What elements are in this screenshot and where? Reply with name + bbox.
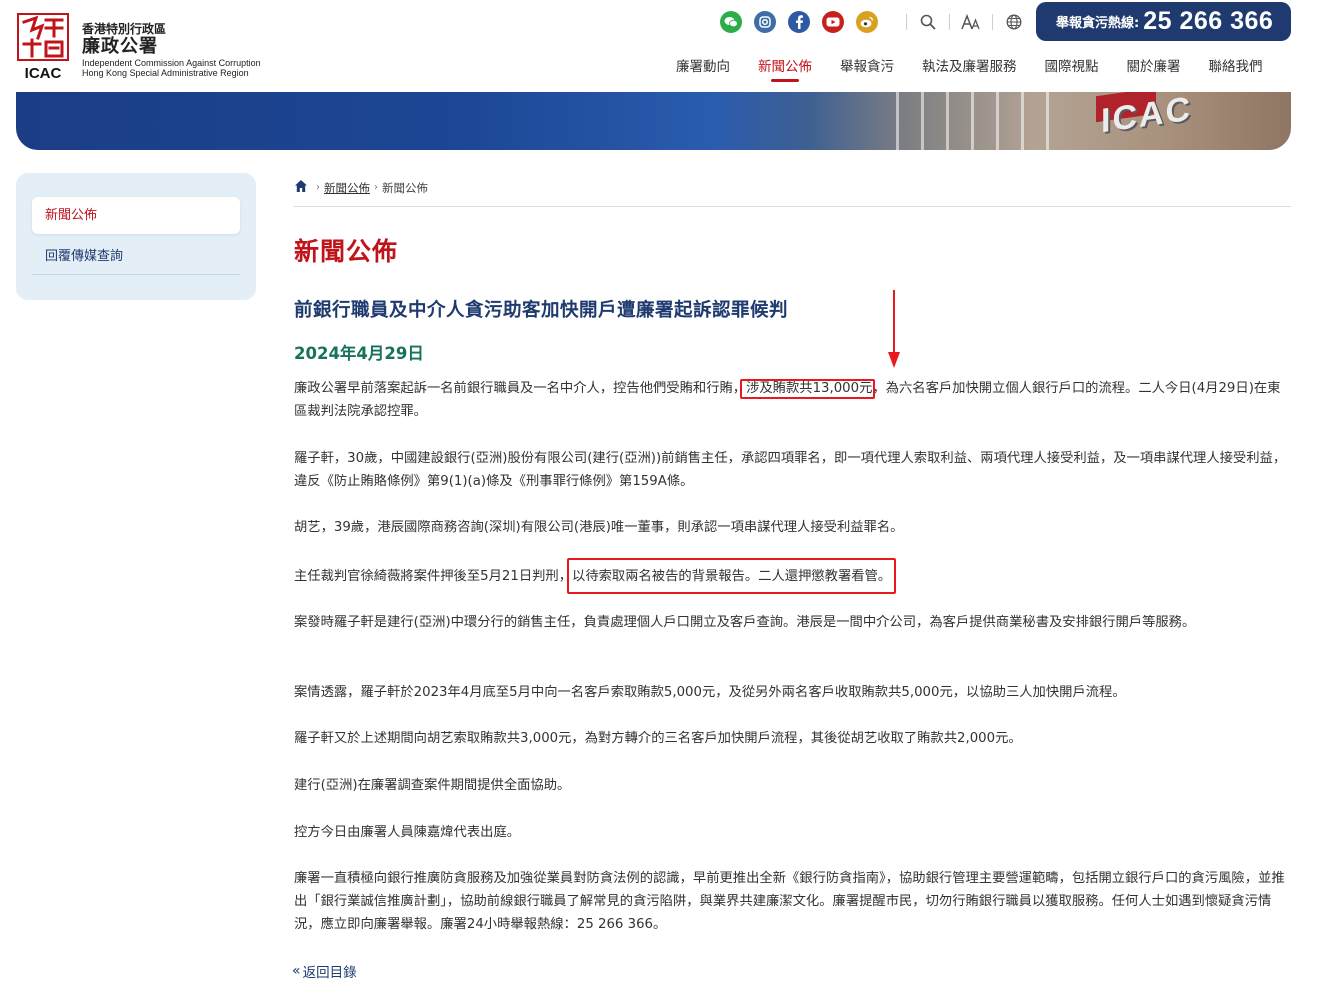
breadcrumb-separator: › (374, 182, 378, 193)
article-title: 前銀行職員及中介人貪污助客加快開戶遭廉署起訴認罪候判 (294, 300, 789, 321)
highlight-background-report-text: 以待索取兩名被告的背景報告。二人還押懲教署看管。 (572, 569, 892, 584)
paragraph-7: 羅子軒又於上述期間向胡艺索取賄款共3,000元，為對方轉介的三名客戶加快開戶流程… (294, 731, 1022, 746)
double-chevron-left-icon: « (292, 963, 301, 979)
banner-building-line (946, 92, 949, 150)
nav-item-icac-news[interactable]: 廉署動向 (662, 57, 744, 87)
font-size-icon[interactable] (960, 11, 982, 33)
paragraph-3: 胡艺，39歲，港辰國際商務咨詢(深圳)有限公司(港辰)唯一董事，則承認一項串謀代… (294, 520, 904, 535)
banner-building-line (921, 92, 924, 150)
language-globe-icon[interactable] (1003, 11, 1025, 33)
main-nav: 廉署動向 新聞公佈 舉報貪污 執法及廉署服務 國際視點 關於廉署 聯絡我們 (662, 57, 1277, 87)
tool-divider (906, 14, 907, 30)
logo-en-line2: Hong Kong Special Administrative Region (82, 68, 249, 78)
wechat-icon[interactable] (720, 11, 742, 33)
paragraph-2: 羅子軒，30歲，中國建設銀行(亞洲)股份有限公司(建行(亞洲))前銷售主任，承認… (294, 451, 1287, 489)
svg-text:ICAC: ICAC (25, 65, 62, 82)
icac-seal-icon: ICAC (17, 13, 69, 82)
hotline-button[interactable]: 舉報貪污熱線: 25 266 366 (1036, 2, 1291, 41)
youtube-icon[interactable] (822, 11, 844, 33)
icac-logo[interactable]: ICAC 香港特別行政區 廉政公署 Independent Commission… (14, 12, 274, 82)
sidebar-item-press-releases[interactable]: 新聞公佈 (32, 197, 240, 234)
banner-building-line (1046, 92, 1049, 150)
paragraph-5: 案發時羅子軒是建行(亞洲)中環分行的銷售主任，負責處理個人戶口開立及客戶查詢。港… (294, 615, 1196, 630)
nav-item-about-icac[interactable]: 關於廉署 (1113, 57, 1195, 87)
banner-building-line (971, 92, 974, 150)
paragraph-4-text-a: 主任裁判官徐綺薇將案件押後至5月21日判刑， (294, 569, 573, 584)
annotation-arrow-icon (888, 290, 900, 368)
paragraph-6: 案情透露，羅子軒於2023年4月底至5月中向一名客戶索取賄款5,000元，及從另… (294, 685, 1126, 700)
hotline-number: 25 266 366 (1143, 7, 1274, 35)
nav-item-enforcement-services[interactable]: 執法及廉署服務 (908, 57, 1031, 87)
paragraph-8: 建行(亞洲)在廉署調查案件期間提供全面協助。 (294, 778, 571, 793)
highlight-bribe-amount-text: 涉及賄款共13,000元 (746, 381, 873, 396)
back-to-list-label: 返回目錄 (302, 965, 357, 981)
nav-item-report-corruption[interactable]: 舉報貪污 (826, 57, 908, 87)
search-icon[interactable] (917, 11, 939, 33)
paragraph-10: 廉署一直積極向銀行推廣防貪服務及加強從業員對防貪法例的認識，早前更推出全新《銀行… (294, 871, 1285, 932)
tool-divider (949, 14, 950, 30)
nav-item-international[interactable]: 國際視點 (1031, 57, 1113, 87)
site-header: ICAC 香港特別行政區 廉政公署 Independent Commission… (0, 0, 1327, 92)
nav-item-press-releases[interactable]: 新聞公佈 (744, 57, 826, 87)
page-title: 新聞公佈 (294, 237, 399, 266)
article-date: 2024年4月29日 (294, 344, 424, 363)
sidebar: 新聞公佈 回覆傳媒查詢 (16, 173, 256, 300)
breadcrumb: › 新聞公佈 › 新聞公佈 (294, 179, 428, 196)
paragraph-1: 廉政公署早前落案起訴一名前銀行職員及一名中介人，控告他們受賄和行賄，涉及賄款共1… (294, 377, 1290, 423)
banner-building-line (1021, 92, 1024, 150)
back-to-list-link[interactable]: « 返回目錄 (292, 961, 357, 981)
breadcrumb-separator: › (316, 182, 320, 193)
highlight-bribe-amount: 涉及賄款共13,000元 (740, 379, 876, 399)
logo-en-line1: Independent Commission Against Corruptio… (82, 58, 261, 68)
paragraph-1-text-a: 廉政公署早前落案起訴一名前銀行職員及一名中介人，控告他們受賄和行賄， (294, 381, 747, 396)
logo-text-block: 香港特別行政區 廉政公署 Independent Commission Agai… (82, 22, 282, 78)
logo-zh-name: 廉政公署 (82, 36, 158, 57)
facebook-icon[interactable] (788, 11, 810, 33)
social-links (720, 10, 890, 34)
sidebar-item-media-enquiries[interactable]: 回覆傳媒查詢 (32, 238, 240, 275)
highlight-background-report: 以待索取兩名被告的背景報告。二人還押懲教署看管。 (567, 558, 897, 594)
tool-divider (992, 14, 993, 30)
paragraph-9: 控方今日由廉署人員陳嘉煒代表出庭。 (294, 825, 521, 840)
paragraph-4: 主任裁判官徐綺薇將案件押後至5月21日判刑，以待索取兩名被告的背景報告。二人還押… (294, 558, 1290, 594)
divider (294, 206, 1291, 207)
banner-building-line (996, 92, 999, 150)
home-icon[interactable] (294, 179, 312, 196)
breadcrumb-link[interactable]: 新聞公佈 (324, 180, 370, 196)
weibo-icon[interactable] (856, 11, 878, 33)
instagram-icon[interactable] (754, 11, 776, 33)
breadcrumb-current: 新聞公佈 (382, 180, 428, 195)
logo-zh-region: 香港特別行政區 (82, 22, 167, 36)
banner-icac-sign: ICAC (1101, 92, 1193, 141)
hero-banner: ICAC (16, 92, 1291, 150)
nav-item-contact-us[interactable]: 聯絡我們 (1195, 57, 1277, 87)
header-tools (896, 10, 1025, 34)
banner-building-line (896, 92, 899, 150)
hotline-label: 舉報貪污熱線: (1056, 16, 1140, 31)
